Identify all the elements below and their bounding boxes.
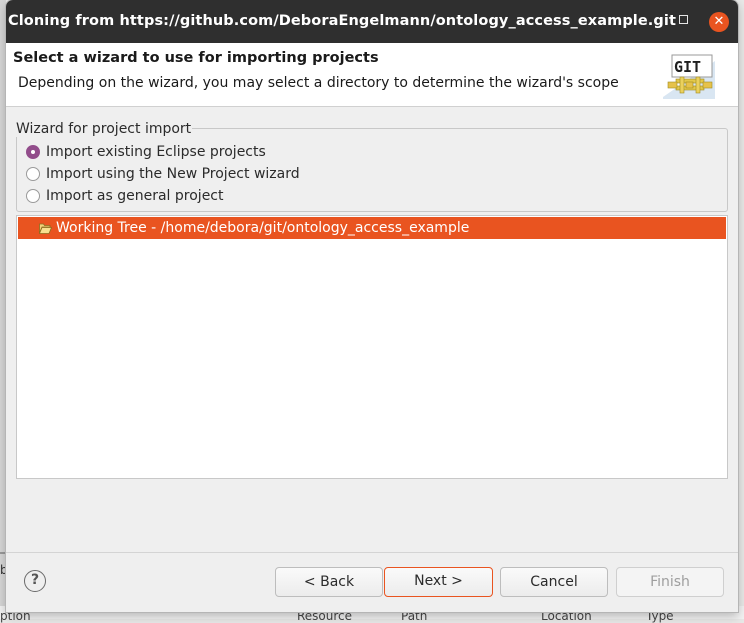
group-legend: Wizard for project import	[16, 121, 193, 137]
radio-import-existing[interactable]: Import existing Eclipse projects	[26, 142, 266, 162]
wizard-title: Select a wizard to use for importing pro…	[13, 50, 379, 66]
svg-text:GIT: GIT	[674, 58, 701, 76]
directory-tree[interactable]: Working Tree - /home/debora/git/ontology…	[16, 215, 728, 479]
radio-unselected-icon[interactable]	[26, 167, 40, 181]
radio-unselected-icon[interactable]	[26, 189, 40, 203]
title-bar[interactable]: Cloning from https://github.com/DeboraEn…	[6, 0, 738, 43]
tree-item-working-tree[interactable]: Working Tree - /home/debora/git/ontology…	[18, 217, 726, 239]
maximize-icon[interactable]	[679, 15, 688, 24]
cancel-button[interactable]: Cancel	[500, 567, 608, 597]
radio-label: Import existing Eclipse projects	[46, 144, 266, 160]
next-button[interactable]: Next >	[384, 567, 493, 597]
window-title: Cloning from https://github.com/DeboraEn…	[7, 13, 676, 29]
radio-label: Import as general project	[46, 188, 224, 204]
wizard-header: Select a wizard to use for importing pro…	[6, 43, 738, 107]
radio-import-new-project-wizard[interactable]: Import using the New Project wizard	[26, 164, 300, 184]
wizard-description: Depending on the wizard, you may select …	[18, 75, 619, 91]
help-button[interactable]: ?	[24, 570, 46, 592]
folder-open-icon	[39, 223, 52, 234]
import-wizard-dialog: Cloning from https://github.com/DeboraEn…	[6, 0, 738, 612]
radio-label: Import using the New Project wizard	[46, 166, 300, 182]
finish-button[interactable]: Finish	[616, 567, 724, 597]
radio-selected-icon[interactable]	[26, 145, 40, 159]
button-bar-separator	[6, 552, 738, 553]
git-logo-icon: GIT	[663, 54, 715, 99]
close-icon[interactable]: ✕	[709, 12, 729, 32]
back-button[interactable]: < Back	[275, 567, 383, 597]
tree-item-label: Working Tree - /home/debora/git/ontology…	[56, 220, 470, 236]
radio-import-general-project[interactable]: Import as general project	[26, 186, 224, 206]
